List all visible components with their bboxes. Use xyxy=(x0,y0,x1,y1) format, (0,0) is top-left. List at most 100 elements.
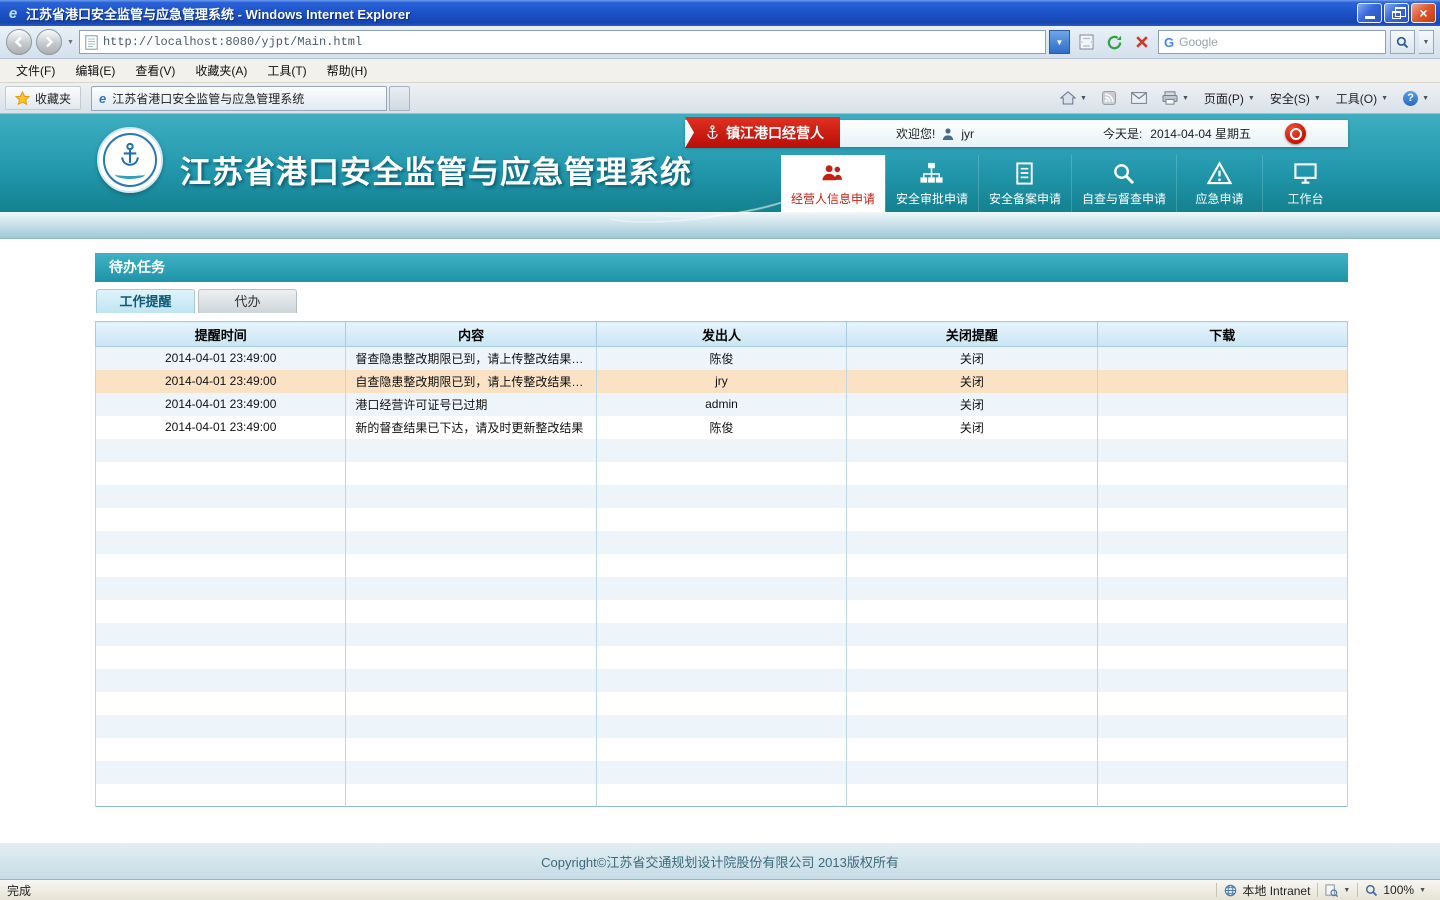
menu-favorites[interactable]: 收藏夹(A) xyxy=(185,59,257,82)
cell-close xyxy=(847,646,1097,669)
tools-menu-button[interactable]: 工具(O)▼ xyxy=(1330,86,1394,110)
search-options-dropdown[interactable]: ▼ xyxy=(1419,30,1434,54)
cell-remind-time xyxy=(96,715,346,738)
empty-row xyxy=(96,462,1348,485)
google-logo-icon: G xyxy=(1164,35,1174,50)
restore-button[interactable] xyxy=(1384,3,1409,23)
zoom-magnifier-icon xyxy=(1365,884,1378,897)
cell-sender xyxy=(596,485,846,508)
cell-close xyxy=(847,600,1097,623)
printer-icon xyxy=(1162,91,1178,105)
nav-item-safety-filing[interactable]: 安全备案申请 xyxy=(978,155,1071,212)
menu-edit[interactable]: 编辑(E) xyxy=(65,59,125,82)
close-reminder-link[interactable]: 关闭 xyxy=(960,421,984,435)
cell-close: 关闭 xyxy=(847,416,1097,439)
cell-download xyxy=(1097,531,1347,554)
username: jyr xyxy=(961,127,974,141)
zoom-level-button[interactable]: 100% ▼ xyxy=(1358,883,1433,897)
minimize-button[interactable] xyxy=(1357,3,1382,23)
cell-sender: admin xyxy=(596,393,846,416)
cell-sender: jry xyxy=(596,370,846,393)
cell-sender xyxy=(596,646,846,669)
home-icon xyxy=(1060,91,1076,105)
address-input[interactable]: http://localhost:8080/yjpt/Main.html xyxy=(79,30,1046,54)
nav-item-safety-approval[interactable]: 安全审批申请 xyxy=(885,155,978,212)
empty-row xyxy=(96,439,1348,462)
print-button[interactable]: ▼ xyxy=(1156,86,1195,110)
address-dropdown-button[interactable]: ▼ xyxy=(1049,30,1070,54)
cell-download xyxy=(1097,462,1347,485)
empty-row xyxy=(96,600,1348,623)
cell-download xyxy=(1097,600,1347,623)
operator-ribbon: 镇江港口经营人 xyxy=(685,117,840,148)
back-button[interactable] xyxy=(6,29,32,55)
close-reminder-link[interactable]: 关闭 xyxy=(960,398,984,412)
nav-item-label: 经营人信息申请 xyxy=(791,190,875,207)
nav-item-operator-info[interactable]: 经营人信息申请 xyxy=(781,155,885,212)
cell-download xyxy=(1097,646,1347,669)
search-button[interactable] xyxy=(1390,30,1415,54)
cell-remind-time xyxy=(96,784,346,807)
cell-close xyxy=(847,692,1097,715)
close-reminder-link[interactable]: 关闭 xyxy=(960,352,984,366)
nav-item-workbench[interactable]: 工作台 xyxy=(1262,155,1348,212)
orgchart-icon xyxy=(919,161,944,186)
cell-close xyxy=(847,784,1097,807)
tab-pending[interactable]: 代办 xyxy=(198,289,297,313)
menu-file[interactable]: 文件(F) xyxy=(6,59,65,82)
stop-button[interactable] xyxy=(1130,30,1154,54)
cell-content: 港口经营许可证号已过期 xyxy=(346,393,596,416)
close-button[interactable]: × xyxy=(1411,3,1436,23)
tab-work-reminder[interactable]: 工作提醒 xyxy=(96,289,195,313)
menu-tools[interactable]: 工具(T) xyxy=(257,59,316,82)
site-logo xyxy=(97,127,163,193)
cell-sender xyxy=(596,738,846,761)
page-menu-button[interactable]: 页面(P)▼ xyxy=(1198,86,1261,110)
menu-view[interactable]: 查看(V) xyxy=(125,59,185,82)
cell-close xyxy=(847,554,1097,577)
cell-content xyxy=(346,462,596,485)
browser-tab-active[interactable]: e 江苏省港口安全监管与应急管理系统 xyxy=(91,86,387,111)
header-download: 下载 xyxy=(1097,322,1347,347)
nav-item-label: 工作台 xyxy=(1287,190,1323,207)
cell-sender xyxy=(596,692,846,715)
page-footer: Copyright©江苏省交通规划设计院股份有限公司 2013版权所有 xyxy=(0,843,1440,879)
favorites-button[interactable]: 收藏夹 xyxy=(5,86,81,110)
nav-item-self-supervise-check[interactable]: 自查与督查申请 xyxy=(1071,155,1176,212)
home-button[interactable]: ▼ xyxy=(1054,86,1093,110)
compatibility-view-button[interactable] xyxy=(1074,30,1098,54)
help-menu-button[interactable]: ?▼ xyxy=(1397,86,1435,110)
empty-row xyxy=(96,738,1348,761)
close-reminder-link[interactable]: 关闭 xyxy=(960,375,984,389)
cell-content xyxy=(346,761,596,784)
menu-help[interactable]: 帮助(H) xyxy=(317,59,378,82)
feeds-button[interactable] xyxy=(1096,86,1122,110)
task-table: 提醒时间 内容 发出人 关闭提醒 下载 2014-04-01 23:49:00督… xyxy=(95,321,1348,807)
search-input[interactable]: G Google xyxy=(1158,30,1386,54)
read-mail-button[interactable] xyxy=(1125,86,1153,110)
tab-favicon-icon: e xyxy=(99,91,106,106)
refresh-button[interactable] xyxy=(1102,30,1126,54)
safety-menu-button[interactable]: 安全(S)▼ xyxy=(1264,86,1327,110)
page-content: 待办任务 工作提醒 代办 提醒时间 内容 发出人 关闭提醒 下载 xyxy=(0,239,1440,843)
cell-download xyxy=(1097,623,1347,646)
status-bar: 完成 本地 Intranet ▼ 100% ▼ xyxy=(0,879,1440,900)
cell-close xyxy=(847,623,1097,646)
cell-remind-time xyxy=(96,669,346,692)
page-zoom-icon xyxy=(1325,884,1338,897)
back-arrow-icon xyxy=(13,36,25,48)
task-row: 2014-04-01 23:49:00港口经营许可证号已过期admin关闭 xyxy=(96,393,1348,416)
new-tab-button[interactable] xyxy=(389,86,410,111)
empty-row xyxy=(96,508,1348,531)
cell-remind-time: 2014-04-01 23:49:00 xyxy=(96,370,346,393)
zoom-tools-button[interactable]: ▼ xyxy=(1318,884,1357,897)
nav-item-emergency[interactable]: 应急申请 xyxy=(1176,155,1262,212)
cell-remind-time xyxy=(96,554,346,577)
logout-button[interactable] xyxy=(1285,123,1306,144)
forward-button[interactable] xyxy=(36,29,62,55)
empty-row xyxy=(96,669,1348,692)
cell-download xyxy=(1097,738,1347,761)
recent-pages-dropdown[interactable]: ▼ xyxy=(67,39,74,46)
cell-download xyxy=(1097,784,1347,807)
main-nav: 经营人信息申请安全审批申请安全备案申请自查与督查申请应急申请工作台 xyxy=(781,155,1348,212)
